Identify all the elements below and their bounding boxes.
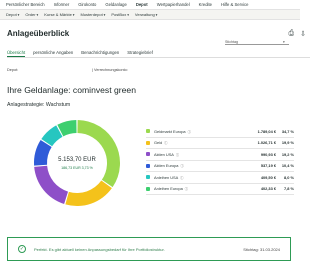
info-icon[interactable]: ⓘ (180, 176, 183, 180)
tab-item[interactable]: persönliche Angaben (33, 50, 73, 57)
strategy-label: Anlagestrategie: Wachstum (7, 102, 71, 108)
legend-amount: 537,19 € (260, 163, 276, 169)
info-icon[interactable]: ⓘ (188, 130, 191, 134)
check-icon: ✓ (18, 245, 26, 253)
legend-amount: 990,93 € (260, 151, 276, 157)
legend-amount: 402,33 € (260, 186, 276, 192)
info-icon[interactable]: ⓘ (185, 187, 188, 191)
allocation-legend: Geldmarkt Europa ⓘ 1.789,04 €34,7 % Geld ⓘ 1.… (146, 126, 294, 195)
topnav-item[interactable]: Geldanlage (105, 2, 126, 7)
notice-text: Perfekt. Es gibt aktuell keinen Anpassun… (34, 246, 165, 252)
legend-name: Geldmarkt Europa ⓘ (154, 129, 240, 134)
notice-date: Stichtag: 31.03.2024 (243, 246, 280, 252)
legend-percent: 10,4 % (281, 163, 294, 169)
donut-slice (77, 120, 120, 188)
legend-row: Anleihen USA ⓘ 409,50 € 8,0 % (146, 172, 294, 184)
top-navigation: Persönlicher Bereich Informer Girokonto Gel… (0, 0, 300, 10)
legend-row: Aktien Europa ⓘ 537,19 € 10,4 % (146, 161, 294, 172)
legend-name-text: Aktien USA (154, 151, 174, 157)
total-value: 5.153,70 EUR (58, 157, 96, 163)
legend-percent: 7,8 % (284, 186, 294, 192)
legend-percent: 8,0 % (284, 174, 294, 180)
legend-name-text: Anleihen Europa (154, 186, 183, 192)
legend-row: Geld ⓘ 1.026,71 € 19,9 % (146, 138, 294, 149)
topnav-item[interactable]: Persönlicher Bereich (6, 2, 45, 7)
subnav-item[interactable]: PostBox (111, 12, 129, 17)
stichtag-select[interactable] (225, 44, 289, 45)
chevron-down-icon[interactable]: ▾ (283, 40, 285, 44)
tab-item[interactable]: Benachrichtigungen (81, 50, 119, 57)
legend-name: Anleihen USA ⓘ (154, 175, 240, 180)
legend-row: Geldmarkt Europa ⓘ 1.789,04 € 34,7 % (146, 126, 294, 138)
donut-slice (65, 180, 112, 206)
info-icon[interactable]: ⓘ (180, 164, 183, 168)
header-actions: ⎙ ⇩ (289, 30, 306, 38)
depot-label: Depot: (7, 68, 19, 72)
verrechnungskonto-label: | Verrechnungskonto: (92, 68, 128, 72)
topnav-item[interactable]: Hilfe & Service (221, 2, 248, 7)
legend-name: Geld ⓘ (154, 140, 240, 145)
info-icon[interactable]: ⓘ (164, 141, 167, 145)
tab-divider (7, 57, 310, 58)
allocation-donut-chart (34, 120, 120, 206)
legend-name-text: Geld (154, 140, 163, 146)
legend-name: Aktien USA ⓘ (154, 152, 240, 157)
legend-row: Aktien USA ⓘ 990,93 € 19,2 % (146, 149, 294, 161)
legend-swatch (146, 140, 150, 145)
tab-item[interactable]: Übersicht (7, 50, 26, 57)
subnav-item[interactable]: Musterdepot (80, 12, 105, 17)
topnav-item[interactable]: Informer (54, 2, 70, 7)
info-icon[interactable]: ⓘ (176, 153, 179, 157)
legend-percent: 19,9 % (281, 140, 294, 146)
tab-bar: Übersicht persönliche Angaben Benachrichti… (7, 50, 153, 57)
legend-amount: 1.026,71 € (257, 140, 276, 146)
topnav-item[interactable]: Girokonto (78, 2, 96, 7)
status-notice: ✓ Perfekt. Es gibt aktuell keinen Anpass… (7, 237, 291, 261)
topnav-item[interactable]: Depot (136, 2, 148, 7)
legend-percent: 34,7 % (281, 128, 294, 134)
subnav-item[interactable]: Verwaltung (135, 12, 157, 17)
legend-name-text: Geldmarkt Europa (154, 128, 186, 134)
legend-percent: 19,2 % (281, 151, 294, 157)
tab-item[interactable]: Strategiebrief (127, 50, 153, 57)
legend-name: Anleihen Europa ⓘ (154, 186, 240, 191)
subnav-item[interactable]: Order (25, 12, 38, 17)
legend-name-text: Anleihen USA (154, 174, 179, 180)
subnav-item[interactable]: Kurse & Märkte (44, 12, 74, 17)
legend-swatch (146, 175, 150, 180)
subnav-item[interactable]: Depot (6, 12, 19, 17)
donut-slice (34, 165, 69, 205)
legend-name-text: Aktien Europa (154, 163, 179, 169)
page-title: Anlageüberblick (7, 29, 70, 38)
legend-swatch (146, 186, 150, 191)
legend-amount: 1.789,04 € (257, 128, 276, 134)
investment-title: Ihre Geldanlage: cominvest green (7, 85, 136, 95)
legend-name: Aktien Europa ⓘ (154, 163, 240, 168)
legend-swatch (146, 163, 150, 168)
legend-row: Anleihen Europa ⓘ 402,33 € 7,8 % (146, 184, 294, 195)
total-performance: 186,73 EUR 3,73 % (61, 166, 93, 170)
legend-swatch (146, 129, 150, 134)
download-icon[interactable]: ⇩ (300, 30, 306, 38)
sub-navigation: Depot Order Kurse & Märkte Musterdepot PostB… (0, 10, 300, 20)
printer-icon[interactable]: ⎙ (289, 30, 295, 38)
legend-amount: 409,50 € (260, 174, 276, 180)
topnav-item[interactable]: Kredite (199, 2, 212, 7)
legend-swatch (146, 152, 150, 157)
topnav-item[interactable]: Wertpapierhandel (157, 2, 190, 7)
